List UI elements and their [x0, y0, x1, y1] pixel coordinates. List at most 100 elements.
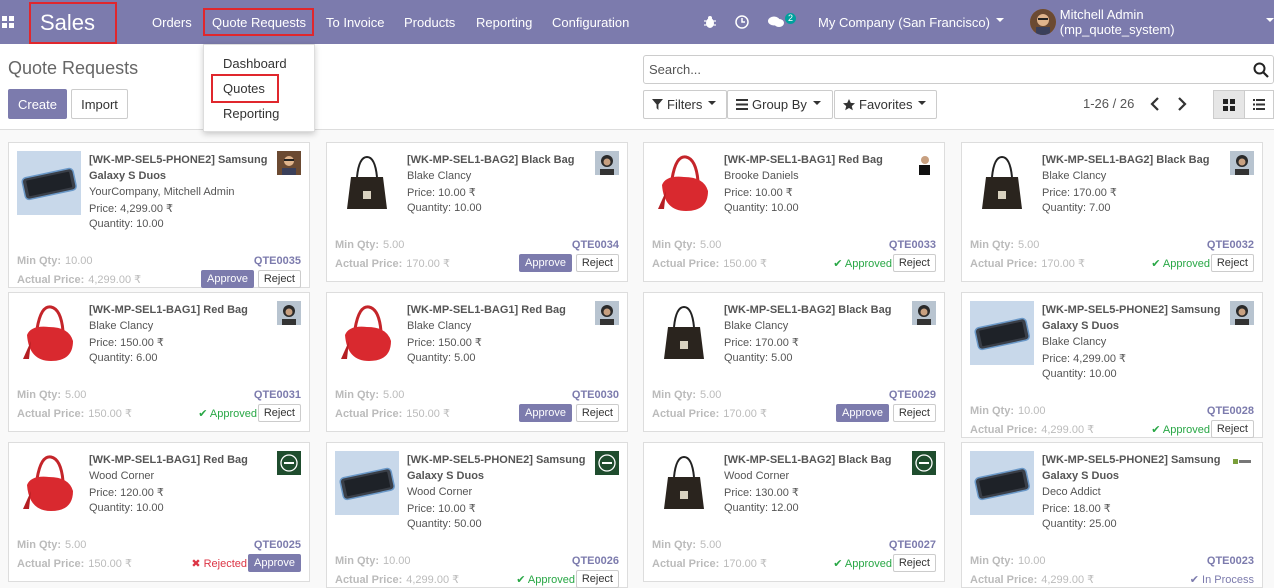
product-title: [WK-MP-SEL1-BAG2] Black Bag — [1042, 154, 1210, 166]
min-qty: Min Qty: 10.00 — [17, 255, 93, 267]
approve-button[interactable]: Approve — [836, 404, 889, 422]
group-by-label: Group By — [752, 97, 807, 112]
customer-name: Blake Clancy — [724, 320, 789, 332]
filters-button[interactable]: Filters — [643, 90, 727, 119]
filters-label: Filters — [667, 97, 703, 112]
quote-price: Price: 130.00 ₹ — [724, 487, 799, 499]
product-title: [WK-MP-SEL5-PHONE2] Samsung Galaxy S Duo… — [1042, 304, 1221, 332]
filter-icon — [652, 99, 663, 110]
quote-card[interactable]: [WK-MP-SEL5-PHONE2] Samsung Galaxy S Duo… — [326, 442, 628, 588]
quote-card[interactable]: [WK-MP-SEL5-PHONE2] Samsung Galaxy S Duo… — [961, 292, 1263, 438]
quote-requests-dropdown: Dashboard Quotes Reporting — [203, 44, 315, 132]
min-qty: Min Qty: 5.00 — [652, 389, 722, 401]
approve-button[interactable]: Approve — [519, 254, 572, 272]
user-menu[interactable]: Mitchell Admin (mp_quote_system) — [1030, 0, 1274, 44]
apps-menu-icon[interactable] — [0, 0, 16, 44]
reject-button[interactable]: Reject — [892, 554, 936, 572]
quote-card[interactable]: [WK-MP-SEL1-BAG2] Black Bag Blake Clancy… — [643, 292, 945, 432]
customer-avatar — [277, 151, 301, 175]
actual-price: Actual Price: 170.00 ₹ — [652, 408, 767, 420]
dropdown-item-reporting[interactable]: Reporting — [223, 106, 279, 121]
quote-quantity: Quantity: 10.00 — [89, 502, 164, 514]
quote-code: QTE0030 — [571, 389, 619, 401]
search-icon[interactable] — [1253, 62, 1269, 78]
reject-button[interactable]: Reject — [892, 254, 936, 272]
menu-reporting[interactable]: Reporting — [476, 0, 532, 44]
approved-status: ✔ Approved — [833, 558, 892, 570]
quote-quantity: Quantity: 7.00 — [1042, 202, 1111, 214]
activity-clock-icon[interactable] — [735, 0, 749, 44]
dropdown-item-quotes[interactable]: Quotes — [223, 81, 265, 96]
quote-code: QTE0033 — [888, 239, 936, 251]
company-switcher[interactable]: My Company (San Francisco) — [818, 0, 1004, 44]
quote-price: Price: 150.00 ₹ — [89, 337, 164, 349]
pager-value[interactable]: 1-26 / 26 — [1083, 96, 1134, 111]
chevron-right-icon[interactable] — [1175, 96, 1189, 112]
search-input[interactable] — [649, 62, 1229, 77]
reject-button[interactable]: Reject — [1210, 254, 1254, 272]
reject-button[interactable]: Reject — [575, 570, 619, 588]
quote-quantity: Quantity: 5.00 — [407, 352, 476, 364]
actual-price: Actual Price: 170.00 ₹ — [970, 258, 1085, 270]
reject-button[interactable]: Reject — [1210, 420, 1254, 438]
bug-icon[interactable] — [703, 0, 717, 44]
quote-card[interactable]: [WK-MP-SEL1-BAG1] Red Bag Brooke Daniels… — [643, 142, 945, 282]
caret-down-icon — [1266, 18, 1274, 22]
actual-price: Actual Price: 4,299.00 ₹ — [17, 274, 142, 286]
quote-card[interactable]: [WK-MP-SEL1-BAG1] Red Bag Wood Corner Pr… — [8, 442, 310, 582]
quote-card[interactable]: [WK-MP-SEL5-PHONE2] Samsung Galaxy S Duo… — [8, 142, 310, 288]
quote-quantity: Quantity: 5.00 — [724, 352, 793, 364]
quote-code: QTE0023 — [1206, 555, 1254, 567]
customer-avatar — [912, 301, 936, 325]
quote-price: Price: 150.00 ₹ — [407, 337, 482, 349]
menu-quote-requests[interactable]: Quote Requests — [212, 0, 306, 44]
dropdown-item-dashboard[interactable]: Dashboard — [223, 56, 287, 71]
min-qty: Min Qty: 5.00 — [652, 239, 722, 251]
quote-card[interactable]: [WK-MP-SEL1-BAG2] Black Bag Blake Clancy… — [326, 142, 628, 282]
reject-button[interactable]: Reject — [575, 254, 619, 272]
reject-button[interactable]: Reject — [257, 270, 301, 288]
quote-quantity: Quantity: 10.00 — [89, 218, 164, 230]
caret-down-icon — [918, 100, 927, 105]
approve-button[interactable]: Approve — [248, 554, 301, 572]
quote-price: Price: 10.00 ₹ — [724, 187, 793, 199]
product-image — [17, 301, 81, 365]
create-button[interactable]: Create — [8, 89, 67, 119]
min-qty: Min Qty: 5.00 — [17, 389, 87, 401]
list-view-button[interactable] — [1244, 90, 1274, 119]
customer-avatar — [1230, 451, 1254, 475]
customer-name: Blake Clancy — [407, 170, 472, 182]
approve-button[interactable]: Approve — [201, 270, 254, 288]
kanban-view-button[interactable] — [1213, 90, 1245, 119]
quote-card[interactable]: [WK-MP-SEL1-BAG1] Red Bag Blake Clancy P… — [326, 292, 628, 432]
group-by-button[interactable]: Group By — [727, 90, 833, 119]
quote-price: Price: 4,299.00 ₹ — [1042, 353, 1127, 365]
menu-to-invoice[interactable]: To Invoice — [326, 0, 385, 44]
quote-card[interactable]: [WK-MP-SEL1-BAG1] Red Bag Blake Clancy P… — [8, 292, 310, 432]
menu-configuration[interactable]: Configuration — [552, 0, 629, 44]
quote-card[interactable]: [WK-MP-SEL5-PHONE2] Samsung Galaxy S Duo… — [961, 442, 1263, 588]
menu-products[interactable]: Products — [404, 0, 455, 44]
customer-name: Deco Addict — [1042, 486, 1101, 498]
product-image — [652, 151, 716, 215]
favorites-button[interactable]: Favorites — [834, 90, 937, 119]
import-button[interactable]: Import — [71, 89, 128, 119]
chat-icon[interactable]: 2 — [768, 0, 797, 44]
rejected-status: ✖ Rejected — [191, 558, 247, 570]
reject-button[interactable]: Reject — [575, 404, 619, 422]
min-qty: Min Qty: 10.00 — [970, 555, 1046, 567]
chat-count-badge: 2 — [785, 12, 797, 24]
quote-price: Price: 18.00 ₹ — [1042, 503, 1111, 515]
quote-price: Price: 4,299.00 ₹ — [89, 203, 174, 215]
product-image — [970, 451, 1034, 515]
app-brand[interactable]: Sales — [29, 2, 117, 44]
approve-button[interactable]: Approve — [519, 404, 572, 422]
quote-card[interactable]: [WK-MP-SEL1-BAG2] Black Bag Blake Clancy… — [961, 142, 1263, 282]
reject-button[interactable]: Reject — [257, 404, 301, 422]
chevron-left-icon[interactable] — [1148, 96, 1162, 112]
quote-code: QTE0029 — [888, 389, 936, 401]
reject-button[interactable]: Reject — [892, 404, 936, 422]
quote-card[interactable]: [WK-MP-SEL1-BAG2] Black Bag Wood Corner … — [643, 442, 945, 582]
user-name: Mitchell Admin (mp_quote_system) — [1059, 7, 1175, 37]
menu-orders[interactable]: Orders — [152, 0, 192, 44]
